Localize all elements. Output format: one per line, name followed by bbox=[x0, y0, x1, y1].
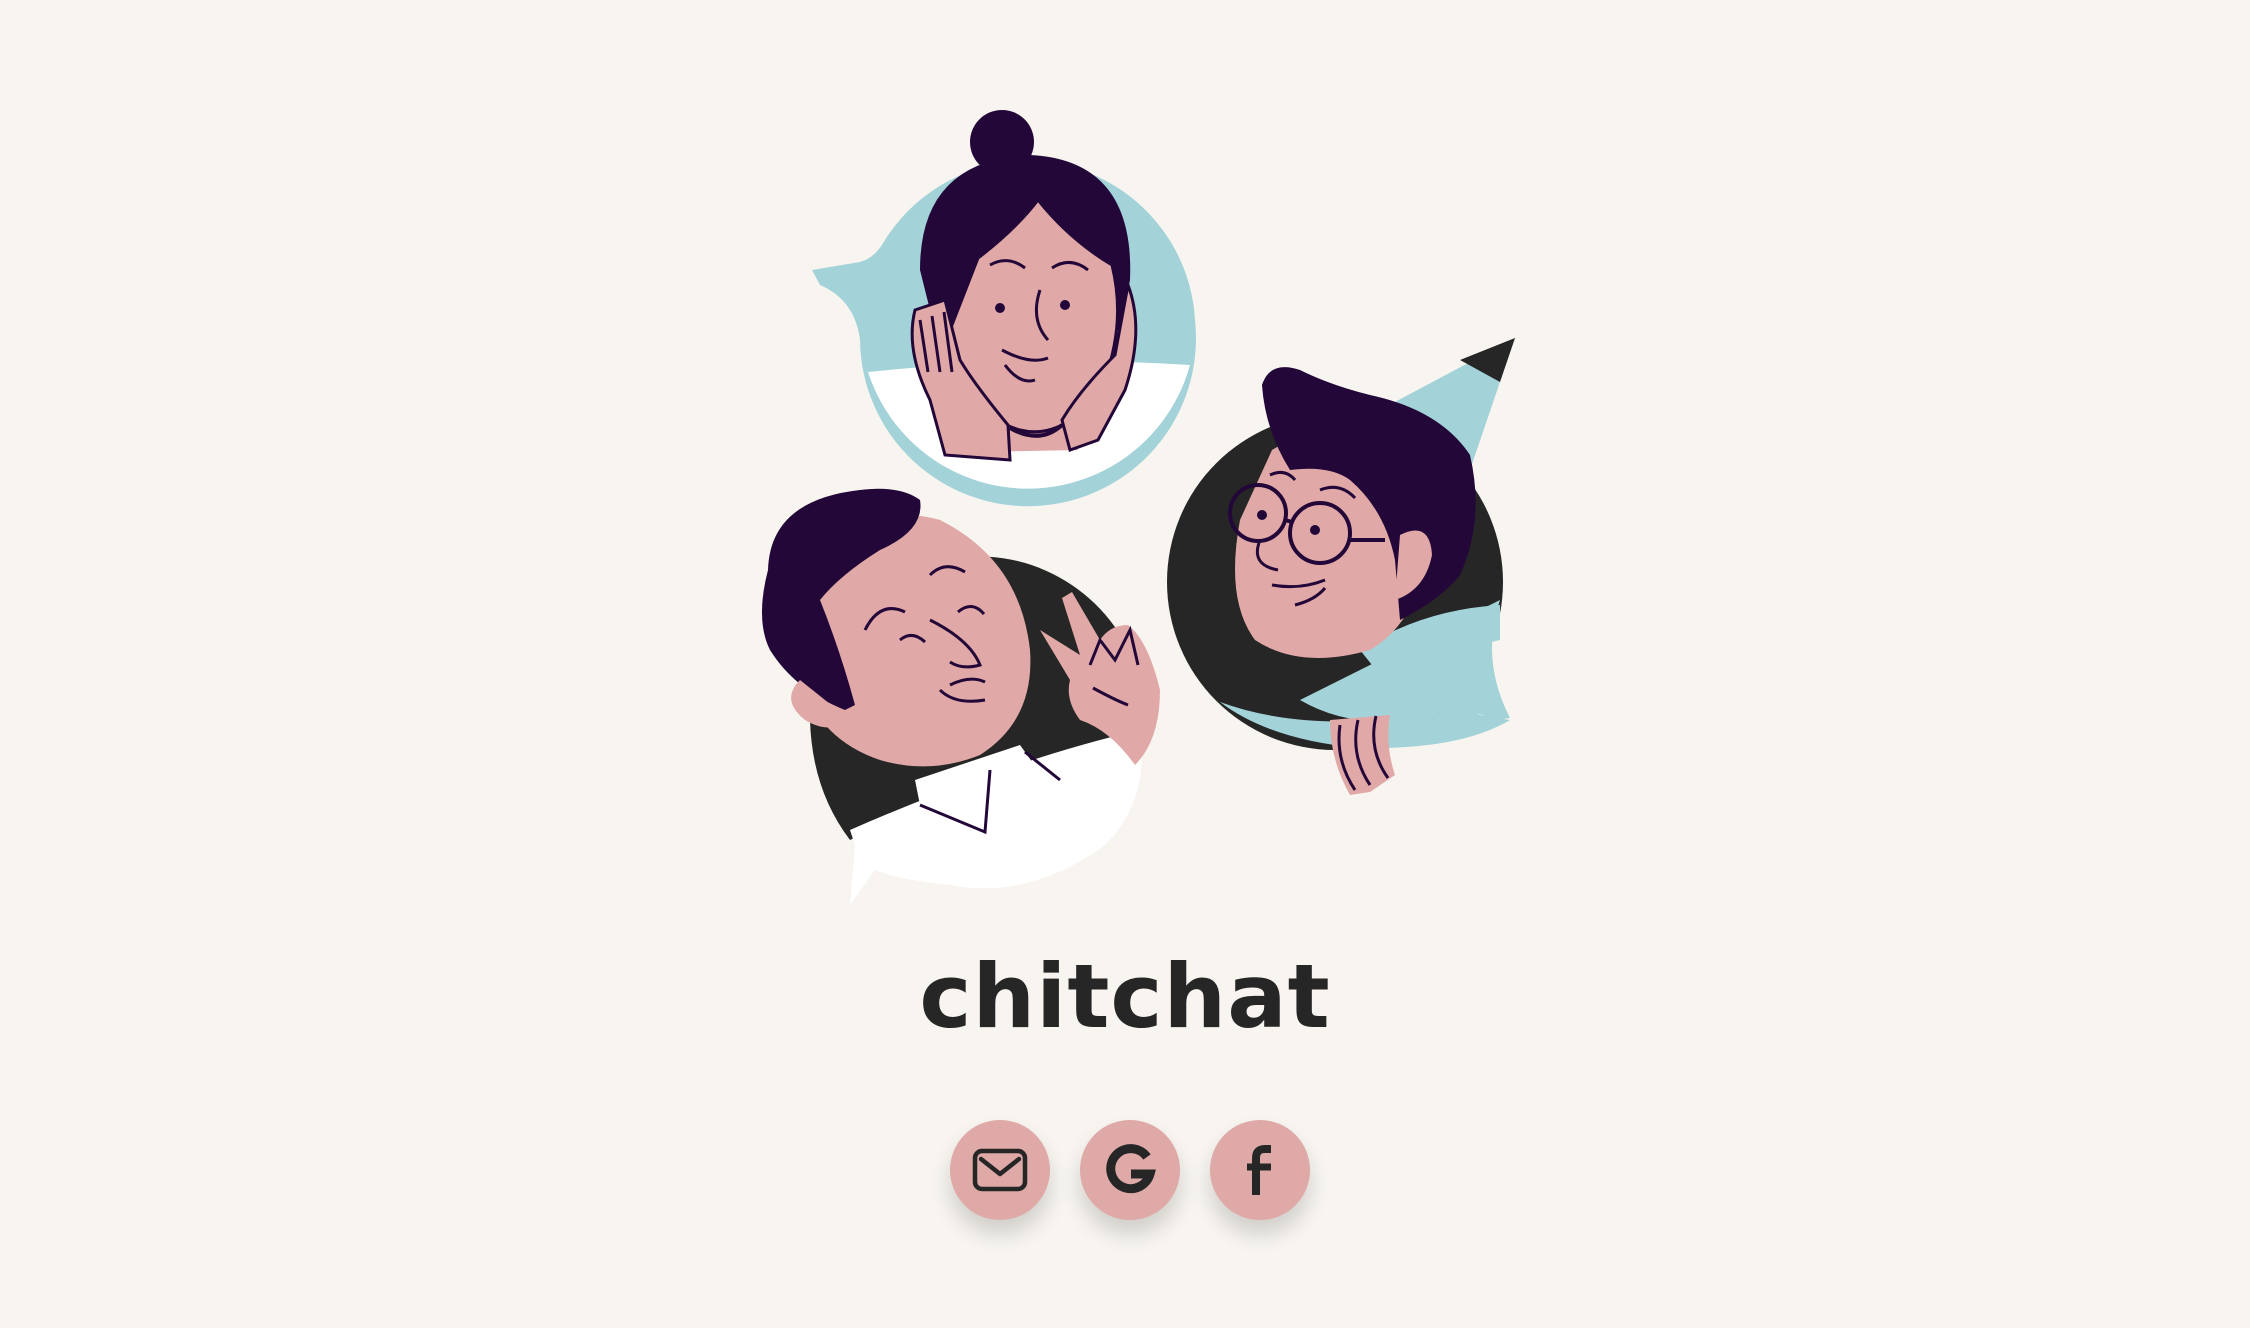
woman-left-eye bbox=[995, 303, 1005, 313]
app-title: chitchat bbox=[919, 945, 1331, 1048]
envelope-icon bbox=[972, 1148, 1028, 1192]
email-login-button[interactable] bbox=[950, 1120, 1050, 1220]
auth-buttons bbox=[950, 1120, 1310, 1220]
peace-man-avatar-bubble bbox=[761, 488, 1160, 905]
google-g-icon bbox=[1106, 1144, 1156, 1194]
woman-avatar-bubble bbox=[812, 110, 1196, 507]
woman-hair-bun bbox=[970, 110, 1034, 174]
glasses-man-avatar-bubble bbox=[1167, 338, 1515, 795]
google-login-button[interactable] bbox=[1080, 1120, 1180, 1220]
facebook-login-button[interactable] bbox=[1210, 1120, 1310, 1220]
login-screen: chitchat bbox=[0, 0, 2250, 1328]
woman-right-eye bbox=[1060, 300, 1070, 310]
facebook-f-icon bbox=[1247, 1145, 1271, 1195]
